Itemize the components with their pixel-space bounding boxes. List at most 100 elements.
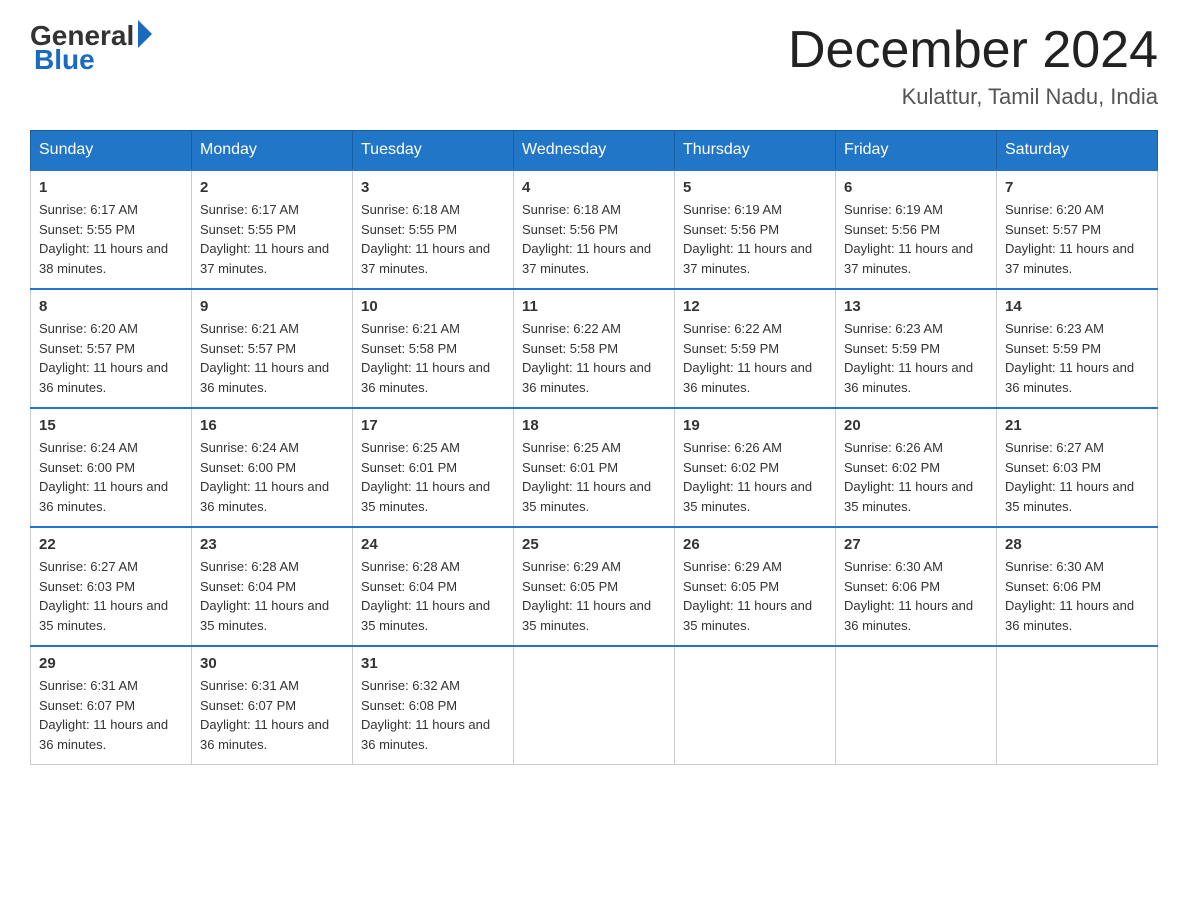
day-number: 11 [522, 298, 666, 315]
week-row-2: 8Sunrise: 6:20 AMSunset: 5:57 PMDaylight… [31, 289, 1158, 408]
calendar-cell: 3 Sunrise: 6:18 AMSunset: 5:55 PMDaylight… [353, 170, 514, 289]
logo-blue-text: Blue [30, 44, 95, 76]
calendar-cell: 4 Sunrise: 6:18 AMSunset: 5:56 PMDaylight… [514, 170, 675, 289]
day-info: Sunrise: 6:17 AMSunset: 5:55 PMDaylight:… [39, 200, 183, 278]
day-info: Sunrise: 6:24 AMSunset: 6:00 PMDaylight:… [39, 438, 183, 516]
logo: General Blue [30, 20, 152, 76]
day-info: Sunrise: 6:31 AMSunset: 6:07 PMDaylight:… [39, 676, 183, 754]
calendar-cell: 10 Sunrise: 6:21 AMSunset: 5:58 PMDayligh… [353, 289, 514, 408]
calendar-cell: 17 Sunrise: 6:25 AMSunset: 6:01 PMDayligh… [353, 408, 514, 527]
day-number: 4 [522, 179, 666, 196]
day-info: Sunrise: 6:20 AMSunset: 5:57 PMDaylight:… [39, 319, 183, 397]
calendar-cell: 25 Sunrise: 6:29 AMSunset: 6:05 PMDayligh… [514, 527, 675, 646]
day-number: 19 [683, 417, 827, 434]
day-number: 23 [200, 536, 344, 553]
day-number: 10 [361, 298, 505, 315]
weekday-header-thursday: Thursday [675, 131, 836, 171]
day-number: 9 [200, 298, 344, 315]
calendar-cell: 14 Sunrise: 6:23 AMSunset: 5:59 PMDayligh… [997, 289, 1158, 408]
calendar-cell: 28Sunrise: 6:30 AMSunset: 6:06 PMDayligh… [997, 527, 1158, 646]
day-info: Sunrise: 6:28 AMSunset: 6:04 PMDaylight:… [200, 557, 344, 635]
week-row-1: 1 Sunrise: 6:17 AMSunset: 5:55 PMDaylight… [31, 170, 1158, 289]
day-info: Sunrise: 6:21 AMSunset: 5:58 PMDaylight:… [361, 319, 505, 397]
calendar-cell: 29 Sunrise: 6:31 AMSunset: 6:07 PMDayligh… [31, 646, 192, 765]
calendar-cell: 18 Sunrise: 6:25 AMSunset: 6:01 PMDayligh… [514, 408, 675, 527]
day-info: Sunrise: 6:22 AMSunset: 5:58 PMDaylight:… [522, 319, 666, 397]
calendar-cell: 31Sunrise: 6:32 AMSunset: 6:08 PMDayligh… [353, 646, 514, 765]
calendar-cell [514, 646, 675, 765]
weekday-header-saturday: Saturday [997, 131, 1158, 171]
day-info: Sunrise: 6:32 AMSunset: 6:08 PMDaylight:… [361, 676, 505, 754]
week-row-4: 22Sunrise: 6:27 AMSunset: 6:03 PMDayligh… [31, 527, 1158, 646]
day-info: Sunrise: 6:30 AMSunset: 6:06 PMDaylight:… [1005, 557, 1149, 635]
day-number: 13 [844, 298, 988, 315]
calendar-cell [675, 646, 836, 765]
week-row-5: 29 Sunrise: 6:31 AMSunset: 6:07 PMDayligh… [31, 646, 1158, 765]
calendar-cell: 1 Sunrise: 6:17 AMSunset: 5:55 PMDaylight… [31, 170, 192, 289]
day-info: Sunrise: 6:27 AMSunset: 6:03 PMDaylight:… [1005, 438, 1149, 516]
day-number: 16 [200, 417, 344, 434]
day-number: 18 [522, 417, 666, 434]
weekday-header-sunday: Sunday [31, 131, 192, 171]
calendar-cell [836, 646, 997, 765]
calendar-cell: 20 Sunrise: 6:26 AMSunset: 6:02 PMDayligh… [836, 408, 997, 527]
day-number: 25 [522, 536, 666, 553]
day-info: Sunrise: 6:18 AMSunset: 5:55 PMDaylight:… [361, 200, 505, 278]
day-number: 6 [844, 179, 988, 196]
calendar-cell: 27 Sunrise: 6:30 AMSunset: 6:06 PMDayligh… [836, 527, 997, 646]
logo-arrow-icon [138, 20, 152, 48]
day-number: 26 [683, 536, 827, 553]
calendar-cell: 24 Sunrise: 6:28 AMSunset: 6:04 PMDayligh… [353, 527, 514, 646]
day-number: 5 [683, 179, 827, 196]
day-info: Sunrise: 6:22 AMSunset: 5:59 PMDaylight:… [683, 319, 827, 397]
calendar-cell: 30Sunrise: 6:31 AMSunset: 6:07 PMDayligh… [192, 646, 353, 765]
weekday-header-row: SundayMondayTuesdayWednesdayThursdayFrid… [31, 131, 1158, 171]
weekday-header-wednesday: Wednesday [514, 131, 675, 171]
calendar-cell: 7Sunrise: 6:20 AMSunset: 5:57 PMDaylight… [997, 170, 1158, 289]
calendar-cell: 23 Sunrise: 6:28 AMSunset: 6:04 PMDayligh… [192, 527, 353, 646]
day-number: 14 [1005, 298, 1149, 315]
day-info: Sunrise: 6:19 AMSunset: 5:56 PMDaylight:… [683, 200, 827, 278]
calendar-cell [997, 646, 1158, 765]
day-number: 21 [1005, 417, 1149, 434]
calendar-cell: 19 Sunrise: 6:26 AMSunset: 6:02 PMDayligh… [675, 408, 836, 527]
day-info: Sunrise: 6:30 AMSunset: 6:06 PMDaylight:… [844, 557, 988, 635]
day-info: Sunrise: 6:17 AMSunset: 5:55 PMDaylight:… [200, 200, 344, 278]
calendar-cell: 16Sunrise: 6:24 AMSunset: 6:00 PMDayligh… [192, 408, 353, 527]
day-number: 15 [39, 417, 183, 434]
day-info: Sunrise: 6:23 AMSunset: 5:59 PMDaylight:… [1005, 319, 1149, 397]
day-info: Sunrise: 6:23 AMSunset: 5:59 PMDaylight:… [844, 319, 988, 397]
day-number: 20 [844, 417, 988, 434]
weekday-header-tuesday: Tuesday [353, 131, 514, 171]
day-number: 24 [361, 536, 505, 553]
title-section: December 2024 Kulattur, Tamil Nadu, Indi… [788, 20, 1158, 110]
day-number: 30 [200, 655, 344, 672]
calendar-cell: 11 Sunrise: 6:22 AMSunset: 5:58 PMDayligh… [514, 289, 675, 408]
calendar-cell: 5 Sunrise: 6:19 AMSunset: 5:56 PMDaylight… [675, 170, 836, 289]
day-info: Sunrise: 6:18 AMSunset: 5:56 PMDaylight:… [522, 200, 666, 278]
location-title: Kulattur, Tamil Nadu, India [788, 84, 1158, 110]
day-number: 27 [844, 536, 988, 553]
day-info: Sunrise: 6:26 AMSunset: 6:02 PMDaylight:… [844, 438, 988, 516]
day-number: 3 [361, 179, 505, 196]
weekday-header-friday: Friday [836, 131, 997, 171]
weekday-header-monday: Monday [192, 131, 353, 171]
day-info: Sunrise: 6:19 AMSunset: 5:56 PMDaylight:… [844, 200, 988, 278]
day-info: Sunrise: 6:20 AMSunset: 5:57 PMDaylight:… [1005, 200, 1149, 278]
day-info: Sunrise: 6:25 AMSunset: 6:01 PMDaylight:… [522, 438, 666, 516]
page-header: General Blue December 2024 Kulattur, Tam… [30, 20, 1158, 110]
day-number: 2 [200, 179, 344, 196]
calendar-cell: 22Sunrise: 6:27 AMSunset: 6:03 PMDayligh… [31, 527, 192, 646]
day-info: Sunrise: 6:28 AMSunset: 6:04 PMDaylight:… [361, 557, 505, 635]
month-title: December 2024 [788, 20, 1158, 80]
day-info: Sunrise: 6:29 AMSunset: 6:05 PMDaylight:… [522, 557, 666, 635]
calendar-cell: 9Sunrise: 6:21 AMSunset: 5:57 PMDaylight… [192, 289, 353, 408]
calendar-cell: 2 Sunrise: 6:17 AMSunset: 5:55 PMDaylight… [192, 170, 353, 289]
day-number: 1 [39, 179, 183, 196]
day-info: Sunrise: 6:27 AMSunset: 6:03 PMDaylight:… [39, 557, 183, 635]
calendar-cell: 6 Sunrise: 6:19 AMSunset: 5:56 PMDaylight… [836, 170, 997, 289]
day-info: Sunrise: 6:26 AMSunset: 6:02 PMDaylight:… [683, 438, 827, 516]
day-number: 17 [361, 417, 505, 434]
day-number: 29 [39, 655, 183, 672]
day-info: Sunrise: 6:25 AMSunset: 6:01 PMDaylight:… [361, 438, 505, 516]
